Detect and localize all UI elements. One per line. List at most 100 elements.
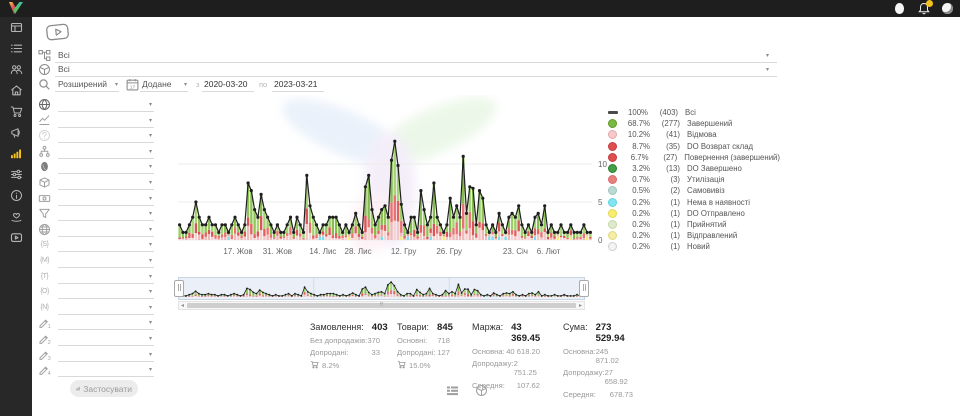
stat-sub-value: 27 658.92 xyxy=(605,368,633,386)
navigator-left-handle[interactable] xyxy=(174,280,184,297)
avatar-icon[interactable] xyxy=(893,2,906,15)
rail-item-tutorials[interactable] xyxy=(0,227,32,248)
orders-icon xyxy=(10,42,23,55)
legend-dot-swatch xyxy=(608,119,617,128)
legend-item[interactable]: 0.2%(1)Прийнятий xyxy=(608,219,780,230)
legend-label: Всі xyxy=(685,108,696,117)
chevron-down-icon: ▾ xyxy=(149,117,152,124)
chevron-down-icon: ▾ xyxy=(149,304,152,311)
filter-select[interactable]: ▾ xyxy=(58,208,154,221)
brand-logo-icon[interactable] xyxy=(7,1,25,16)
rail-item-info[interactable] xyxy=(0,185,32,206)
filter-select[interactable]: ▾ xyxy=(58,255,154,268)
filter-select[interactable]: ▾ xyxy=(58,193,154,206)
rail-item-customers[interactable] xyxy=(0,59,32,80)
legend-item[interactable]: 68.7%(277)Завершений xyxy=(608,118,780,129)
rail-item-dashboard[interactable] xyxy=(0,17,32,38)
legend-item[interactable]: 0.2%(1)Новий xyxy=(608,241,780,252)
legend-item[interactable]: 0.7%(3)Утилізація xyxy=(608,174,780,185)
navigator-right-handle[interactable] xyxy=(579,280,589,297)
upsell-cart-icon xyxy=(397,360,406,371)
filter-select[interactable]: ▾ xyxy=(58,224,154,237)
orders-status-chart[interactable] xyxy=(178,100,592,244)
profile-icon xyxy=(38,160,51,173)
scroll-left-arrow[interactable]: ◂ xyxy=(181,302,184,310)
brace-icon: {O} xyxy=(38,285,51,298)
upsell-percent: 8.2% xyxy=(322,361,339,370)
rail-item-partners[interactable] xyxy=(0,206,32,227)
filter-select[interactable]: ▾ xyxy=(58,286,154,299)
search-icon[interactable] xyxy=(38,78,51,91)
filter-select[interactable]: ▾ xyxy=(58,333,154,346)
rail-item-settings[interactable] xyxy=(0,164,32,185)
filter-select[interactable]: ▾ xyxy=(58,317,154,330)
chevron-down-icon: ▾ xyxy=(766,52,769,59)
search-mode-select[interactable]: Розширений ▾ xyxy=(55,78,119,92)
help-video-button[interactable] xyxy=(44,22,72,42)
rail-item-purchases[interactable] xyxy=(0,101,32,122)
product-view-icon[interactable] xyxy=(475,384,488,397)
chevron-down-icon: ▾ xyxy=(149,351,152,358)
chart-scrollbar[interactable]: ◂ ▸ ⠿ xyxy=(178,301,585,310)
legend-item[interactable]: 0.2%(1)Нема в наявності xyxy=(608,197,780,208)
legend-label: Завершений xyxy=(687,119,732,128)
date-from-value: 2020-03-20 xyxy=(204,79,247,89)
category-filter[interactable]: Всі ▾ xyxy=(55,49,777,63)
legend-dot-swatch xyxy=(608,164,617,173)
stat-value: 43 369.45 xyxy=(511,322,540,344)
rail-item-orders[interactable] xyxy=(0,38,32,59)
list-view-icon[interactable] xyxy=(446,384,459,397)
rail-item-marketing[interactable] xyxy=(0,122,32,143)
chart-navigator[interactable] xyxy=(178,277,585,300)
chevron-down-icon: ▾ xyxy=(149,195,152,202)
rail-item-analytics-active[interactable] xyxy=(0,143,32,164)
filter-select[interactable]: ▾ xyxy=(58,177,154,190)
product-filter[interactable]: Всі ▾ xyxy=(55,63,777,77)
filter-select[interactable]: ▾ xyxy=(58,99,154,112)
svg-text:1: 1 xyxy=(48,324,51,329)
legend-item[interactable]: 0.2%(1)DO Отправлено xyxy=(608,208,780,219)
apply-button[interactable]: Застосувати xyxy=(70,380,138,397)
filter-row-funnel: ▾ xyxy=(34,207,162,222)
customers-icon xyxy=(10,63,23,76)
legend-item[interactable]: 0.2%(1)Відправлений xyxy=(608,230,780,241)
chevron-down-icon: ▾ xyxy=(766,66,769,73)
filter-select[interactable]: ▾ xyxy=(58,130,154,143)
pencil-icon: 4 xyxy=(38,363,51,376)
legend-dot-swatch xyxy=(608,175,617,184)
date-from-input[interactable]: 2020-03-20 xyxy=(202,78,254,92)
account-icon[interactable] xyxy=(941,2,954,15)
filter-select[interactable]: ▾ xyxy=(58,146,154,159)
rail-item-store[interactable] xyxy=(0,80,32,101)
legend-percent: 6.7% xyxy=(617,153,649,162)
date-to-label: по xyxy=(259,80,267,89)
filter-select[interactable]: ▾ xyxy=(58,115,154,128)
legend-item[interactable]: 3.2%(13)DO Завершено xyxy=(608,163,780,174)
filter-select[interactable]: ▾ xyxy=(58,364,154,377)
chevron-down-icon: ▾ xyxy=(149,163,152,170)
brace-icon: {T} xyxy=(38,270,51,283)
stat-value: 845 xyxy=(437,322,453,333)
footer-toggles xyxy=(446,384,488,397)
filter-select[interactable]: ▾ xyxy=(58,302,154,315)
scrollbar-thumb[interactable]: ⠿ xyxy=(187,303,576,308)
legend-item[interactable]: 8.7%(35)DO Возврат склад xyxy=(608,141,780,152)
legend-item[interactable]: 100%(403)Всі xyxy=(608,107,780,118)
scroll-right-arrow[interactable]: ▸ xyxy=(579,302,582,310)
analytics-icon xyxy=(10,147,23,160)
legend-item[interactable]: 0.5%(2)Самовивіз xyxy=(608,185,780,196)
chevron-down-icon: ▾ xyxy=(149,366,152,373)
legend-item[interactable]: 6.7%(27)Повернення (завершений) xyxy=(608,152,780,163)
filter-select[interactable]: ▾ xyxy=(58,239,154,252)
notifications-bell-icon[interactable] xyxy=(917,2,930,15)
date-to-input[interactable]: 2023-03-21 xyxy=(272,78,324,92)
filter-select[interactable]: ▾ xyxy=(58,349,154,362)
x-tick-label: 17. Жов xyxy=(223,247,252,256)
filter-select[interactable]: ▾ xyxy=(58,271,154,284)
legend-dot-swatch xyxy=(608,130,617,139)
filter-select[interactable]: ▾ xyxy=(58,161,154,174)
filter-row-payment: ▾ xyxy=(34,192,162,207)
chevron-down-icon: ▾ xyxy=(184,81,187,88)
date-field-select[interactable]: Додане ▾ xyxy=(140,78,188,92)
legend-item[interactable]: 10.2%(41)Відмова xyxy=(608,129,780,140)
